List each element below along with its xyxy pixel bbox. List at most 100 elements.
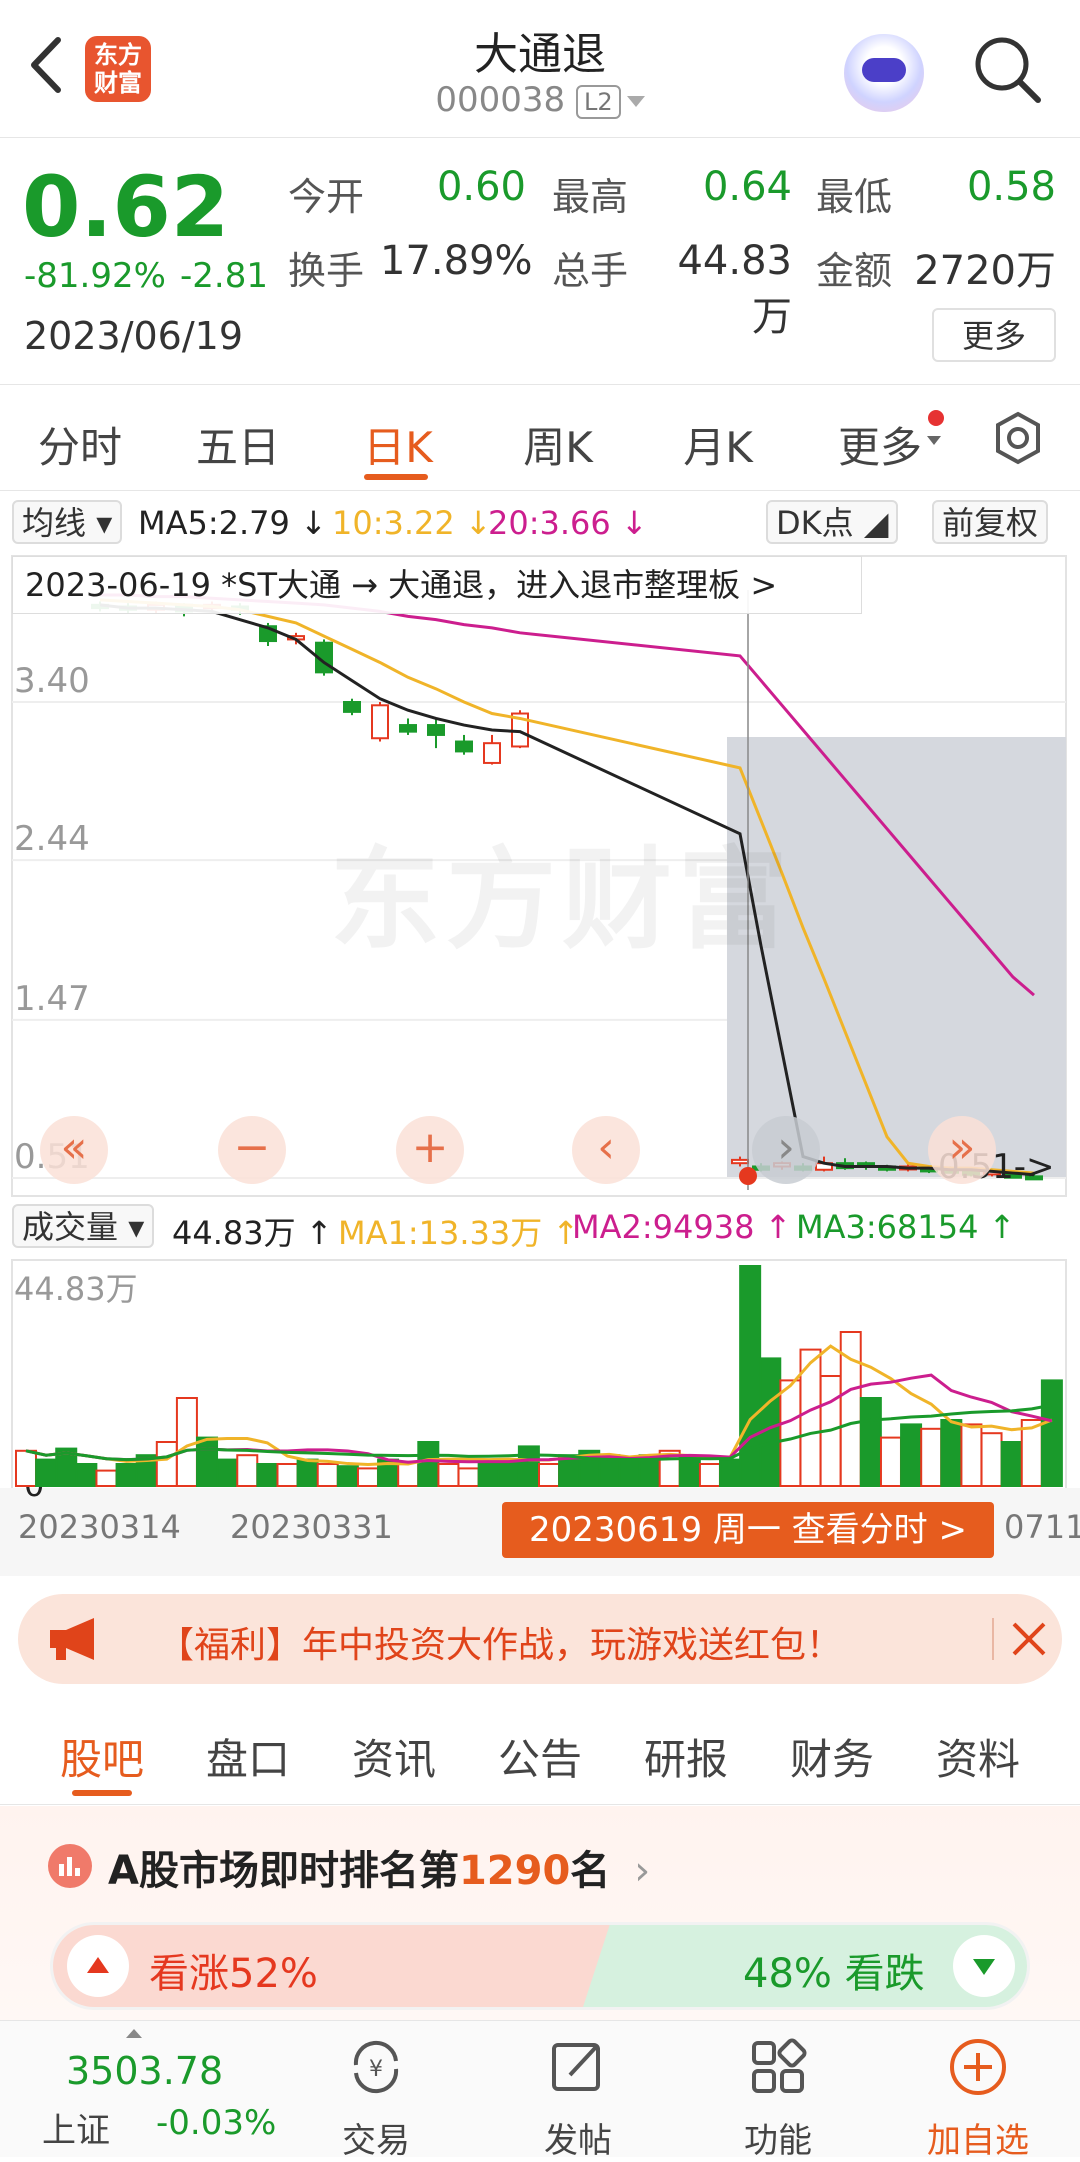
dk-point-button[interactable]: DK点 ◢ <box>766 500 899 544</box>
volume-bar <box>960 1423 983 1487</box>
market-rank[interactable]: A股市场即时排名第1290名 › <box>108 1838 650 1896</box>
turnover-label: 换手 <box>288 249 365 293</box>
volume-bar <box>155 1441 178 1487</box>
tab-news[interactable]: 资讯 <box>334 1726 454 1787</box>
tab-announcements[interactable]: 公告 <box>480 1726 600 1787</box>
watermark: 东方财富 <box>330 836 794 964</box>
volume-bar <box>779 1379 802 1487</box>
promo-banner[interactable]: 【福利】年中投资大作战，玩游戏送红包！ <box>18 1594 1062 1684</box>
divider <box>992 1618 994 1660</box>
tab-guba[interactable]: 股吧 <box>42 1726 162 1787</box>
tab-profile[interactable]: 资料 <box>918 1726 1038 1787</box>
tab-more[interactable]: 更多 <box>820 414 940 475</box>
tab-intraday[interactable]: 分时 <box>20 414 140 475</box>
tab-financials[interactable]: 财务 <box>772 1726 892 1787</box>
volume-bar <box>216 1458 239 1488</box>
volume-value: 44.83万 <box>677 238 792 340</box>
volume-bar <box>15 1449 37 1488</box>
robot-avatar-icon[interactable] <box>844 34 924 112</box>
fast-forward-icon[interactable]: » <box>928 1116 996 1184</box>
top-header: 东方财富 大通退 000038 L2 <box>0 0 1080 138</box>
gear-icon[interactable] <box>990 410 1046 466</box>
function-icon <box>746 2035 810 2103</box>
change-amount: -2.81 <box>180 256 268 296</box>
volume-top-label: 44.83万 <box>14 1270 138 1308</box>
volume-bar <box>1040 1379 1063 1487</box>
post-icon <box>546 2035 610 2103</box>
sentiment-bar: 看涨52% 48% 看跌 <box>50 1922 1030 2010</box>
zoom-in-icon[interactable]: + <box>396 1116 464 1184</box>
search-icon[interactable] <box>968 30 1048 110</box>
volume-bar <box>356 1467 379 1487</box>
volume-bar <box>980 1432 1003 1487</box>
volume-bar <box>698 1463 721 1487</box>
candle-body <box>427 724 445 736</box>
bullish-area[interactable] <box>53 1925 613 2007</box>
volume-bar <box>115 1463 138 1487</box>
volume-bar <box>719 1458 742 1488</box>
ma10-value: 10:3.22 ↓ <box>332 504 492 542</box>
tab-research[interactable]: 研报 <box>626 1726 746 1787</box>
ma-legend: 均线 ▾ MA5:2.79 ↓ 10:3.22 ↓ 20:3.66 ↓ DK点 … <box>0 494 1080 550</box>
fast-back-icon[interactable]: « <box>40 1116 108 1184</box>
zoom-out-icon[interactable]: − <box>218 1116 286 1184</box>
open-value: 0.60 <box>436 164 526 210</box>
volume-bar <box>678 1456 701 1487</box>
candle-body <box>483 742 501 764</box>
tab-monthly-k[interactable]: 月K <box>658 414 778 475</box>
volume-bar <box>417 1441 440 1487</box>
rank-number: 1290 <box>458 1848 571 1894</box>
volume-bar <box>75 1463 98 1487</box>
chevron-down-icon <box>927 436 941 445</box>
ranking-section: A股市场即时排名第1290名 › 看涨52% 48% 看跌 <box>0 1806 1080 2020</box>
volume-bar <box>940 1419 963 1487</box>
volume-bar <box>296 1458 319 1488</box>
volume-bar <box>900 1423 923 1487</box>
low-label: 最低 <box>816 175 893 219</box>
open-label: 今开 <box>288 175 365 219</box>
adjust-price-button[interactable]: 前复权 <box>932 500 1049 544</box>
ma5-value: MA5:2.79 ↓ <box>138 504 327 542</box>
tab-order-book[interactable]: 盘口 <box>188 1726 308 1787</box>
index-ticker[interactable]: 3503.78 上证 -0.03% <box>0 2021 276 2157</box>
chevron-up-icon <box>126 2029 142 2038</box>
amount-value: 2720万 <box>914 248 1056 294</box>
add-watchlist-icon <box>946 2035 1010 2103</box>
index-value: 3503.78 <box>66 2049 224 2093</box>
volume-bar <box>859 1397 882 1487</box>
tab-five-day[interactable]: 五日 <box>178 414 298 475</box>
active-tab-indicator <box>72 1790 132 1796</box>
volume-bar <box>879 1436 902 1488</box>
candle-body <box>455 740 473 753</box>
volume-bar <box>196 1436 219 1488</box>
volume-bar <box>497 1458 520 1488</box>
x-tick-label: 0711 <box>1004 1508 1080 1546</box>
bottom-nav: 3503.78 上证 -0.03% ¥ 交易 发帖 功能 加自选 <box>0 2020 1080 2161</box>
svg-text:¥: ¥ <box>369 2057 383 2082</box>
period-tabs: 分时 五日 日K 周K 月K 更多 <box>0 386 1080 491</box>
volume-bar <box>236 1454 259 1487</box>
turnover-value: 17.89% <box>380 238 533 284</box>
tab-daily-k[interactable]: 日K <box>338 414 458 475</box>
volume-bar <box>477 1460 500 1488</box>
change-percent: -81.92% <box>24 256 166 296</box>
tab-weekly-k[interactable]: 周K <box>498 414 618 475</box>
close-icon[interactable] <box>1006 1616 1052 1666</box>
volume-indicator-selector[interactable]: 成交量 ▾ <box>12 1204 155 1248</box>
volume-label: 总手 <box>552 249 629 293</box>
info-tabs: 股吧 盘口 资讯 公告 研报 财务 资料 <box>0 1700 1080 1805</box>
view-intraday-tip[interactable]: 20230619 周一 查看分时 > <box>502 1502 994 1558</box>
down-arrow-icon[interactable] <box>953 1935 1015 1997</box>
notification-dot <box>928 410 944 426</box>
step-forward-icon[interactable]: › <box>752 1116 820 1184</box>
event-banner[interactable]: 2023-06-19 *ST大通 → 大通退，进入退市整理板 > <box>12 556 862 614</box>
volume-bar <box>95 1469 118 1488</box>
quote-more-button[interactable]: 更多 <box>932 308 1056 362</box>
stock-code: 000038 <box>435 80 566 120</box>
up-arrow-icon[interactable] <box>67 1935 129 1997</box>
indicator-selector[interactable]: 均线 ▾ <box>12 500 123 544</box>
volume-bar <box>618 1458 641 1488</box>
ma20-value: 20:3.66 ↓ <box>488 504 648 542</box>
step-back-icon[interactable]: ‹ <box>572 1116 640 1184</box>
trade-icon: ¥ <box>344 2035 408 2103</box>
